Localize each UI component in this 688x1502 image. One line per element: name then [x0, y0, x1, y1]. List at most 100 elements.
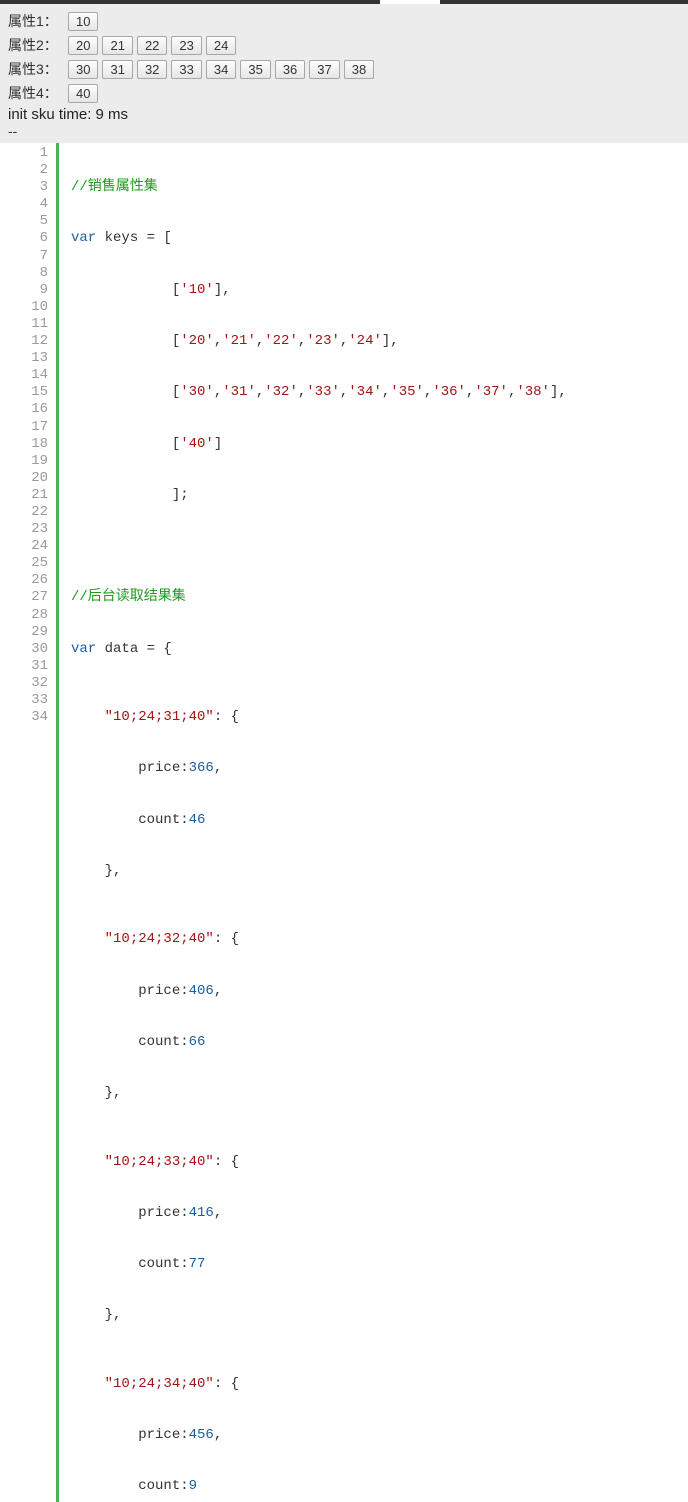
attr-label: 属性1： [8, 10, 68, 32]
code-number: 77 [189, 1256, 206, 1272]
attr-option[interactable]: 20 [68, 36, 98, 55]
line-number: 16 [0, 401, 48, 418]
line-number: 32 [0, 675, 48, 692]
line-number: 24 [0, 538, 48, 555]
code-text: [ [71, 282, 180, 298]
line-number: 14 [0, 367, 48, 384]
line-number: 5 [0, 213, 48, 230]
code-text: price: [71, 983, 189, 999]
code-content[interactable]: //销售属性集 var keys = [ ['10'], ['20','21',… [59, 143, 567, 1502]
line-number-gutter: 1 2 3 4 5 6 7 8 9 10 11 12 13 14 15 16 1… [0, 143, 56, 1502]
code-string: '32' [264, 384, 298, 400]
code-string: '24' [348, 333, 382, 349]
code-text: price: [71, 760, 189, 776]
code-line: "10;24;33;40": { [71, 1154, 567, 1171]
code-text: price: [71, 1205, 189, 1221]
code-string: '22' [264, 333, 298, 349]
line-number: 26 [0, 572, 48, 589]
line-number: 6 [0, 230, 48, 247]
line-number: 4 [0, 196, 48, 213]
code-line: var keys = [ [71, 230, 567, 247]
line-number: 3 [0, 179, 48, 196]
line-number: 27 [0, 589, 48, 606]
code-text: [ [71, 333, 180, 349]
attr-option[interactable]: 40 [68, 84, 98, 103]
code-keyword: var [71, 230, 96, 246]
code-line: count:66 [71, 1034, 567, 1051]
code-string: "10;24;32;40" [105, 931, 214, 947]
attr-label: 属性4： [8, 82, 68, 104]
line-number: 28 [0, 607, 48, 624]
attr-option[interactable]: 23 [171, 36, 201, 55]
line-number: 9 [0, 282, 48, 299]
attr-option[interactable]: 35 [240, 60, 270, 79]
attr-values-1: 10 [68, 12, 98, 31]
attr-option[interactable]: 32 [137, 60, 167, 79]
attr-option[interactable]: 10 [68, 12, 98, 31]
window-top-bar [0, 0, 688, 4]
line-number: 23 [0, 521, 48, 538]
code-text: : { [214, 931, 239, 947]
code-line: ['10'], [71, 282, 567, 299]
code-string: '34' [348, 384, 382, 400]
attr-option[interactable]: 31 [102, 60, 132, 79]
code-text: , [214, 1205, 222, 1221]
status-text: init sku time: 9 ms [8, 106, 680, 123]
code-text: count: [71, 1034, 189, 1050]
code-comment: //后台读取结果集 [71, 589, 186, 605]
code-text: count: [71, 1478, 189, 1494]
code-keyword: var [71, 641, 96, 657]
attr-option[interactable]: 37 [309, 60, 339, 79]
code-string: "10;24;33;40" [105, 1154, 214, 1170]
code-text: ] [214, 436, 222, 452]
line-number: 29 [0, 624, 48, 641]
line-number: 33 [0, 692, 48, 709]
attr-option[interactable]: 21 [102, 36, 132, 55]
code-string: '23' [306, 333, 340, 349]
attr-label: 属性2： [8, 34, 68, 56]
code-line: "10;24;31;40": { [71, 709, 567, 726]
code-line: price:366, [71, 760, 567, 777]
attr-row-2: 属性2： 20 21 22 23 24 [8, 34, 680, 56]
code-text: , [214, 1427, 222, 1443]
attr-option[interactable]: 22 [137, 36, 167, 55]
attr-values-4: 40 [68, 84, 98, 103]
attr-option[interactable]: 33 [171, 60, 201, 79]
code-string: '38' [516, 384, 550, 400]
line-number: 21 [0, 487, 48, 504]
code-string: '31' [222, 384, 256, 400]
code-line: "10;24;34;40": { [71, 1376, 567, 1393]
attr-option[interactable]: 24 [206, 36, 236, 55]
code-number: 456 [189, 1427, 214, 1443]
line-number: 25 [0, 555, 48, 572]
attr-label: 属性3： [8, 58, 68, 80]
attr-option[interactable]: 36 [275, 60, 305, 79]
attr-option[interactable]: 30 [68, 60, 98, 79]
line-number: 8 [0, 265, 48, 282]
attr-option[interactable]: 34 [206, 60, 236, 79]
code-string: "10;24;31;40" [105, 709, 214, 725]
code-line: ['30','31','32','33','34','35','36','37'… [71, 384, 567, 401]
attr-option[interactable]: 38 [344, 60, 374, 79]
line-number: 34 [0, 709, 48, 726]
line-number: 31 [0, 658, 48, 675]
code-text: , [214, 760, 222, 776]
code-string: '36' [432, 384, 466, 400]
code-line [71, 538, 567, 555]
code-line: price:406, [71, 983, 567, 1000]
line-number: 13 [0, 350, 48, 367]
code-text: : { [214, 1154, 239, 1170]
code-string: '33' [306, 384, 340, 400]
code-line: ]; [71, 487, 567, 504]
line-number: 30 [0, 641, 48, 658]
code-number: 66 [189, 1034, 206, 1050]
code-text: count: [71, 1256, 189, 1272]
code-text: ], [382, 333, 399, 349]
line-number: 22 [0, 504, 48, 521]
line-number: 20 [0, 470, 48, 487]
code-line: count:9 [71, 1478, 567, 1495]
separator-dashes: -- [8, 123, 680, 141]
code-text: count: [71, 812, 189, 828]
code-line: }, [71, 1307, 567, 1324]
code-text: : { [214, 709, 239, 725]
